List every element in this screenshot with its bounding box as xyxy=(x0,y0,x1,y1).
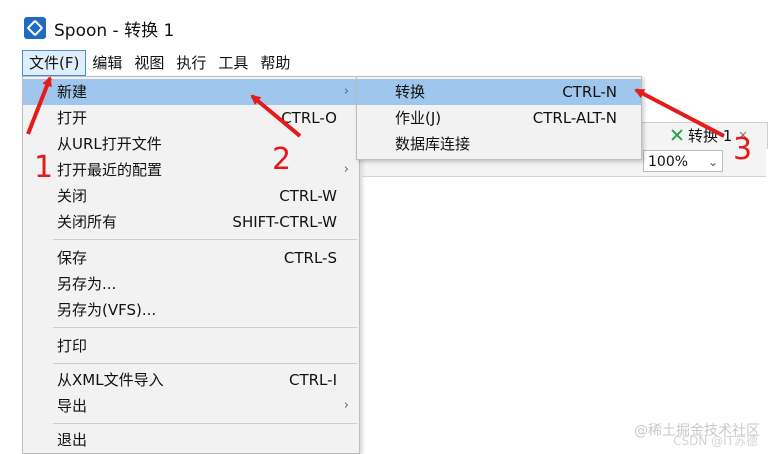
watermark-secondary: CSDN @IT苏德 xyxy=(673,434,758,448)
annotation-arrow-2 xyxy=(250,94,302,138)
screenshot-frame: Spoon - 转换 1 文件(F) 编辑 视图 执行 工具 帮助 转换 1 ✕… xyxy=(0,0,772,454)
annotation-arrows xyxy=(26,76,725,138)
annotation-number-3: 3 xyxy=(733,132,753,167)
annotation-arrow-3 xyxy=(634,88,725,138)
annotation-number-1: 1 xyxy=(34,150,54,185)
annotation-number-2: 2 xyxy=(272,142,292,177)
annotation-arrow-1 xyxy=(26,76,52,135)
